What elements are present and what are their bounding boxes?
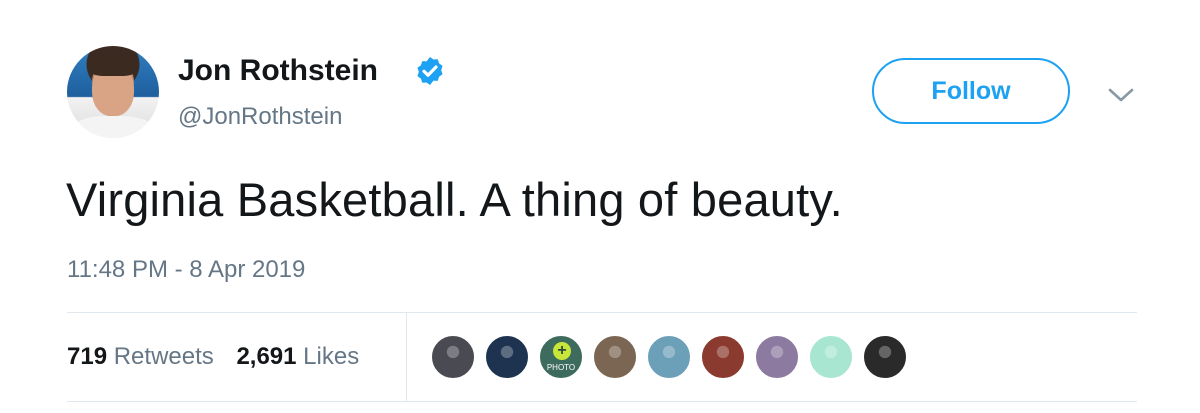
liker-avatar-9[interactable] [862,334,908,380]
tweet-card: Jon Rothstein @JonRothstein Follow Virgi… [0,0,1200,413]
author-handle[interactable]: @JonRothstein [178,103,342,131]
liker-avatar-2[interactable] [484,334,530,380]
tweet-timestamp[interactable]: 11:48 PM - 8 Apr 2019 [67,256,305,284]
photo-label: PHOTO [546,363,576,372]
follow-button[interactable]: Follow [872,58,1070,124]
liker-avatar-7[interactable] [754,334,800,380]
liker-avatar-6[interactable] [700,334,746,380]
verified-badge-icon [417,57,443,85]
avatar-shirt [73,116,153,138]
likes-count: 2,691 [236,343,297,370]
author-name[interactable]: Jon Rothstein [178,54,378,88]
liker-avatar-8[interactable] [808,334,854,380]
likes-stat[interactable]: 2,691 Likes [236,343,359,371]
stats-divider-top [67,312,1137,313]
stats-divider-bottom [67,401,1137,402]
liker-avatar-4[interactable] [592,334,638,380]
tweet-stats: 719 Retweets 2,691 Likes [67,343,359,371]
author-avatar[interactable] [67,46,159,138]
retweets-label: Retweets [113,343,214,370]
liker-avatar-3[interactable]: + PHOTO [538,334,584,380]
likes-label: Likes [303,343,360,370]
chevron-down-icon[interactable] [1107,85,1135,105]
avatar-hair [89,54,137,76]
tweet-text: Virginia Basketball. A thing of beauty. [66,173,843,226]
add-photo-icon: + [553,342,571,360]
liker-avatar-5[interactable] [646,334,692,380]
retweets-stat[interactable]: 719 Retweets [67,343,214,371]
liker-avatar-1[interactable] [430,334,476,380]
stats-vertical-divider [406,313,407,401]
retweets-count: 719 [67,343,108,370]
